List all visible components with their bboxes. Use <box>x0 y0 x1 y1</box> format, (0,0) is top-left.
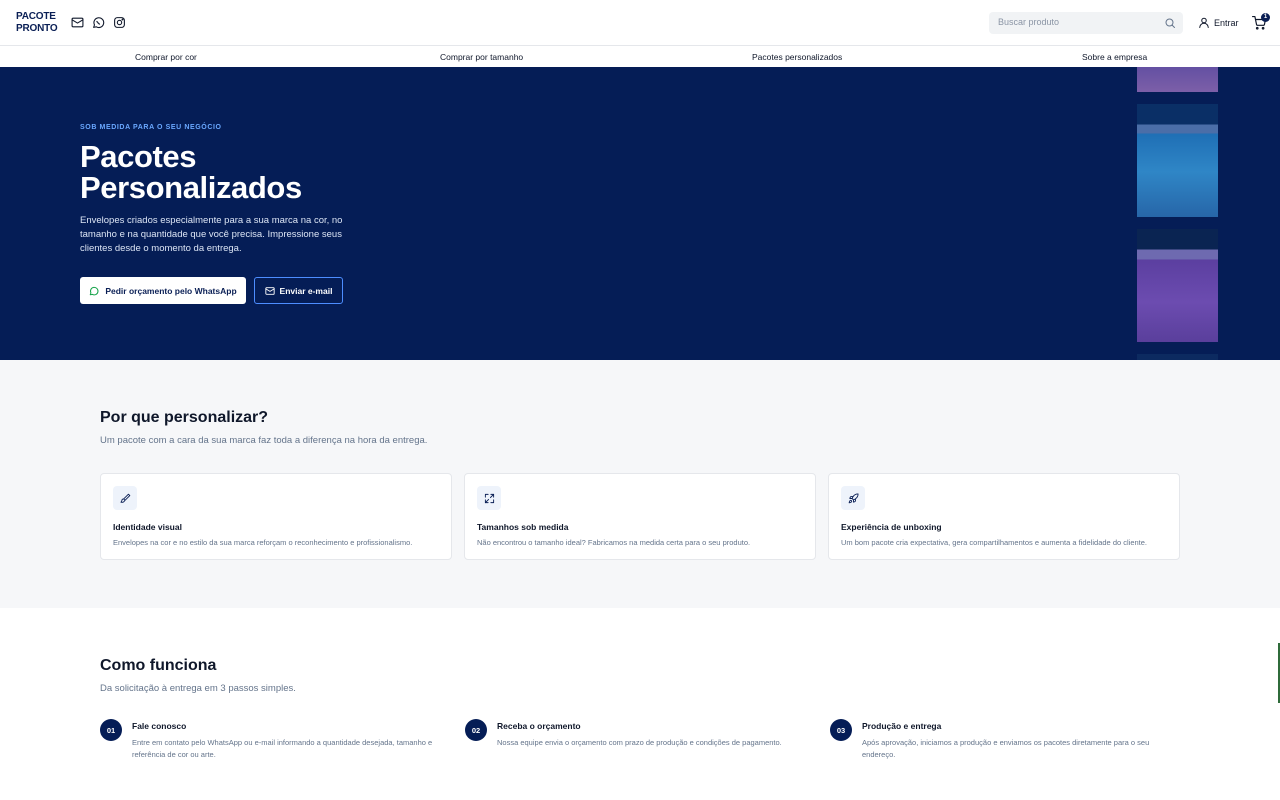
why-customize-section: Por que personalizar? Um pacote com a ca… <box>0 360 1280 608</box>
nav-item-sobre-a-empresa[interactable]: Sobre a empresa <box>1082 52 1147 62</box>
step-description: Nossa equipe envia o orçamento com prazo… <box>497 738 782 747</box>
search-box <box>989 12 1183 34</box>
brand-logo-line1: PACOTE <box>16 11 56 22</box>
email-button-label: Enviar e-mail <box>279 285 333 296</box>
search-icon[interactable] <box>1164 17 1176 29</box>
mail-icon[interactable] <box>71 16 84 29</box>
feature-card-description: Não encontrou o tamanho ideal? Fabricamo… <box>477 538 751 547</box>
whatsapp-icon[interactable] <box>92 16 105 29</box>
cart-count-badge: 1 <box>1261 13 1270 22</box>
feature-card-title: Tamanhos sob medida <box>477 522 569 532</box>
step-title: Produção e entrega <box>862 721 942 731</box>
expand-icon <box>484 493 494 503</box>
step-description: Após aprovação, iniciamos a produção e e… <box>862 738 1150 759</box>
envelope-image <box>1137 67 1218 92</box>
social-links <box>71 16 126 29</box>
feature-card-title: Identidade visual <box>113 522 182 532</box>
instagram-icon[interactable] <box>113 16 126 29</box>
step-number: 02 <box>465 719 487 741</box>
whatsapp-quote-label: Pedir orçamento pelo WhatsApp <box>105 285 237 296</box>
feature-card-description: Envelopes na cor e no estilo da sua marc… <box>113 538 413 547</box>
nav-item-pacotes-personalizados[interactable]: Pacotes personalizados <box>752 52 842 62</box>
feature-card: Experiência de unboxing Um bom pacote cr… <box>828 473 1180 560</box>
envelope-image <box>1137 229 1218 342</box>
user-icon <box>1199 17 1209 28</box>
brand-logo-line2: PRONTO <box>16 23 58 34</box>
feature-card: Tamanhos sob medida Não encontrou o tama… <box>464 473 816 560</box>
brush-icon <box>119 493 130 503</box>
main-nav: Comprar por cor Comprar por tamanho Paco… <box>0 47 1280 67</box>
nav-item-comprar-por-tamanho[interactable]: Comprar por tamanho <box>440 52 523 62</box>
feature-card: Identidade visual Envelopes na cor e no … <box>100 473 452 560</box>
section-subtitle: Um pacote com a cara da sua marca faz to… <box>100 435 428 446</box>
mail-icon <box>264 286 275 295</box>
how-it-works-section: Como funciona Da solicitação à entrega e… <box>0 608 1280 800</box>
section-title: Como funciona <box>100 657 217 674</box>
section-subtitle: Da solicitação à entrega em 3 passos sim… <box>100 683 296 694</box>
rocket-icon <box>848 492 859 503</box>
step-description: Entre em contato pelo WhatsApp ou e-mail… <box>132 738 433 759</box>
hero-title: Pacotes Personalizados <box>80 139 302 205</box>
site-header: PACOTE PRONTO Entrar 1 <box>0 0 1280 46</box>
cart-button[interactable]: 1 <box>1252 13 1270 30</box>
whatsapp-quote-button[interactable]: Pedir orçamento pelo WhatsApp <box>80 277 246 304</box>
step-number: 01 <box>100 719 122 741</box>
search-input[interactable] <box>998 17 1158 27</box>
feature-card-title: Experiência de unboxing <box>841 522 942 532</box>
hero-eyebrow: SOB MEDIDA PARA O SEU NEGÓCIO <box>80 124 222 131</box>
email-button[interactable]: Enviar e-mail <box>254 277 343 304</box>
envelope-image <box>1137 104 1218 217</box>
nav-item-comprar-por-cor[interactable]: Comprar por cor <box>135 52 197 62</box>
login-button[interactable]: Entrar <box>1198 16 1239 29</box>
section-title: Por que personalizar? <box>100 409 269 426</box>
step-title: Receba o orçamento <box>497 721 581 731</box>
step-title: Fale conosco <box>132 721 187 731</box>
login-label: Entrar <box>1214 17 1239 28</box>
hero-section: SOB MEDIDA PARA O SEU NEGÓCIO Pacotes Pe… <box>0 67 1280 360</box>
whatsapp-icon <box>90 286 99 295</box>
hero-description: Envelopes criados especialmente para a s… <box>80 215 343 254</box>
step-number: 03 <box>830 719 852 741</box>
feature-card-description: Um bom pacote cria expectativa, gera com… <box>841 538 1148 547</box>
brand-logo[interactable]: PACOTE PRONTO <box>16 11 58 35</box>
